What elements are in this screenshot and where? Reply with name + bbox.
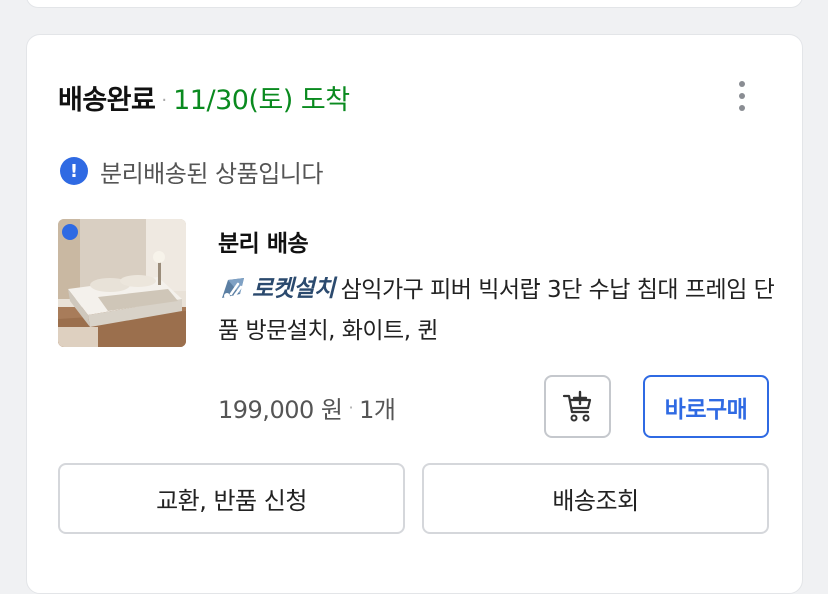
rocket-install-label: 로켓설치 [252,275,335,302]
more-options-button[interactable] [727,76,757,116]
order-status-header: 배송완료 · 11/30(토) 도착 [58,78,350,116]
notice-text: 분리배송된 상품입니다 [100,159,323,188]
rocket-icon [222,277,244,299]
add-to-cart-icon [562,390,591,421]
unread-indicator [62,224,78,240]
item-quantity: 1개 [359,395,396,424]
price-quantity: 199,000 원 · 1개 [218,390,396,424]
add-to-cart-button[interactable] [544,375,611,438]
split-shipping-notice: ! 분리배송된 상품입니다 [60,154,323,188]
bed-image [58,219,186,347]
track-delivery-button[interactable]: 배송조회 [422,463,769,534]
more-vertical-icon [739,81,745,87]
status-separator: · [161,90,168,111]
info-exclamation-icon: ! [60,157,88,185]
buy-now-button[interactable]: 바로구매 [643,375,769,438]
arrival-date: 11/30(토) 도착 [173,85,350,116]
shipping-type-label: 분리 배송 [218,231,309,257]
rocket-install-badge: 로켓설치 [218,269,335,309]
product-thumbnail[interactable] [58,219,186,347]
previous-order-card [26,0,803,8]
delivery-status: 배송완료 [58,85,156,116]
price-separator: · [348,397,354,417]
item-info: 분리 배송 로켓설치 삼익가구 피버 빅서랍 3단 수납 침대 프레임 단품 방… [218,224,778,351]
exchange-return-button[interactable]: 교환, 반품 신청 [58,463,405,534]
item-price: 199,000 원 [218,395,343,424]
product-name-line[interactable]: 로켓설치 삼익가구 피버 빅서랍 3단 수납 침대 프레임 단품 방문설치, 화… [218,270,778,351]
